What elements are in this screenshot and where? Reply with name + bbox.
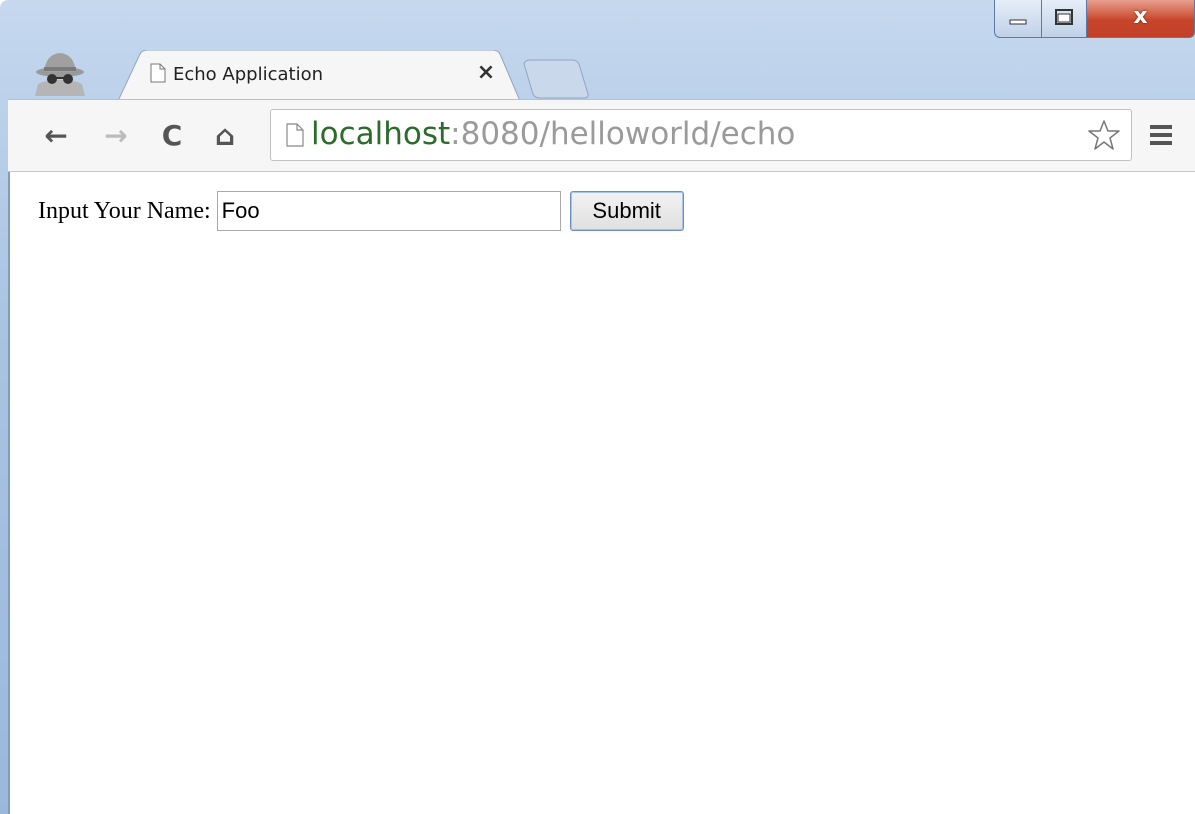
- minimize-button[interactable]: [994, 0, 1042, 38]
- url-path: :8080/helloworld/echo: [450, 116, 796, 152]
- window-close-button[interactable]: x: [1086, 0, 1195, 38]
- page-content: Input Your Name: Submit: [8, 172, 1195, 814]
- new-tab-button[interactable]: [520, 58, 592, 100]
- incognito-icon: [30, 48, 90, 98]
- submit-button[interactable]: Submit: [569, 191, 684, 231]
- name-label: Input Your Name:: [38, 197, 211, 224]
- star-icon[interactable]: [1087, 118, 1121, 152]
- tab-echo-application[interactable]: Echo Application ×: [118, 50, 520, 101]
- maximize-icon: [1042, 0, 1086, 37]
- browser-toolbar: ← → C ⌂ localhost:8080/helloworld/echo: [8, 99, 1195, 172]
- back-button[interactable]: ←: [38, 118, 74, 154]
- name-input[interactable]: [216, 191, 561, 231]
- url-text: localhost:8080/helloworld/echo: [311, 114, 795, 154]
- maximize-button[interactable]: [1041, 0, 1087, 38]
- page-icon: [150, 63, 166, 83]
- menu-icon[interactable]: [1146, 120, 1176, 150]
- tab-strip: Echo Application × x: [0, 0, 1195, 101]
- tab-title: Echo Application: [173, 64, 323, 85]
- close-icon: x: [1133, 4, 1148, 29]
- forward-button[interactable]: →: [98, 118, 134, 154]
- url-host: localhost: [311, 116, 451, 152]
- address-bar[interactable]: localhost:8080/helloworld/echo: [270, 109, 1132, 161]
- page-icon: [286, 123, 304, 147]
- home-button[interactable]: ⌂: [207, 118, 243, 154]
- reload-button[interactable]: C: [154, 118, 190, 154]
- echo-form: Input Your Name: Submit: [38, 190, 684, 232]
- tab-close-button[interactable]: ×: [474, 60, 498, 86]
- minimize-icon: [995, 0, 1041, 37]
